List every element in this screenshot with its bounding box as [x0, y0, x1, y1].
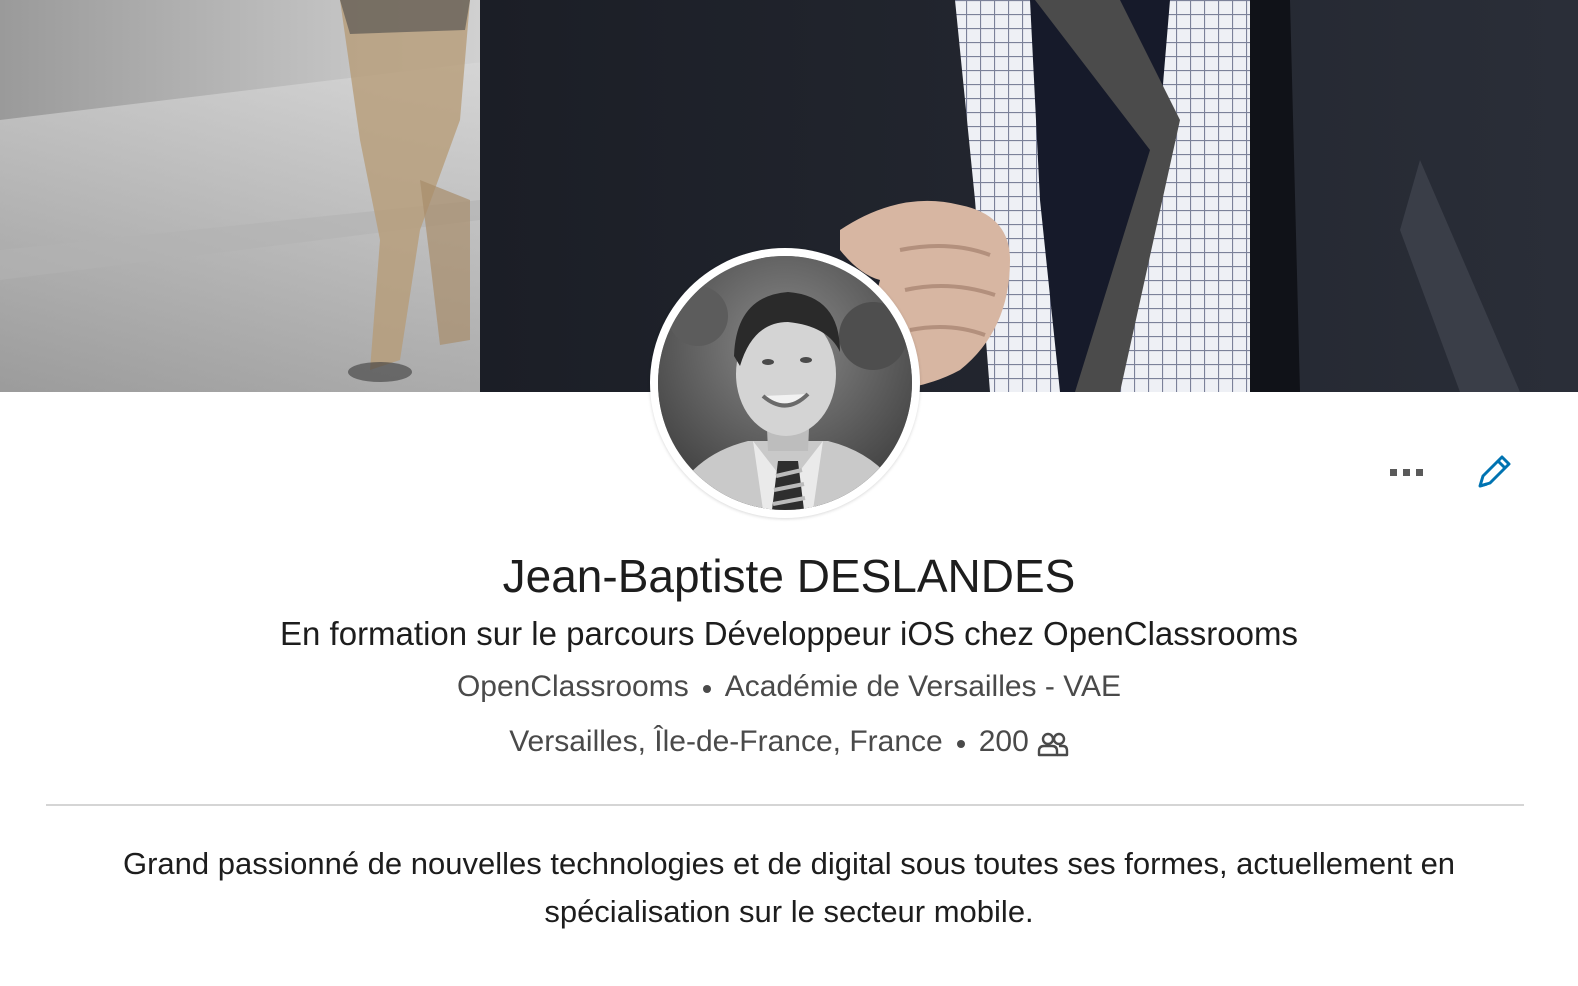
people-icon: [1037, 732, 1068, 757]
profile-actions: [1382, 448, 1518, 496]
profile-name: Jean-Baptiste DESLANDES: [502, 550, 1076, 602]
experience-education-line: OpenClassrooms Académie de Versailles - …: [0, 666, 1578, 708]
separator-dot: [702, 685, 711, 693]
more-options-button[interactable]: [1382, 450, 1430, 494]
separator-dot: [956, 740, 965, 748]
profile-card: Jean-Baptiste DESLANDES En formation sur…: [0, 0, 1578, 986]
edit-profile-button[interactable]: [1470, 448, 1518, 496]
pencil-icon: [1478, 455, 1511, 488]
education-link[interactable]: Académie de Versailles - VAE: [725, 666, 1121, 708]
location-connections-line: Versailles, Île-de-France, France 200: [0, 721, 1578, 763]
avatar: [658, 256, 912, 510]
section-divider: [46, 804, 1524, 806]
current-company-link[interactable]: OpenClassrooms: [457, 666, 689, 708]
profile-headline: En formation sur le parcours Développeur…: [280, 615, 1298, 652]
avatar-image: [658, 256, 912, 510]
profile-summary: Grand passionné de nouvelles technologie…: [122, 846, 1456, 929]
location-text: Versailles, Île-de-France, France: [509, 725, 943, 758]
profile-photo[interactable]: [650, 248, 920, 518]
connections-count[interactable]: 200: [979, 721, 1029, 763]
more-horizontal-icon: [1389, 468, 1397, 476]
